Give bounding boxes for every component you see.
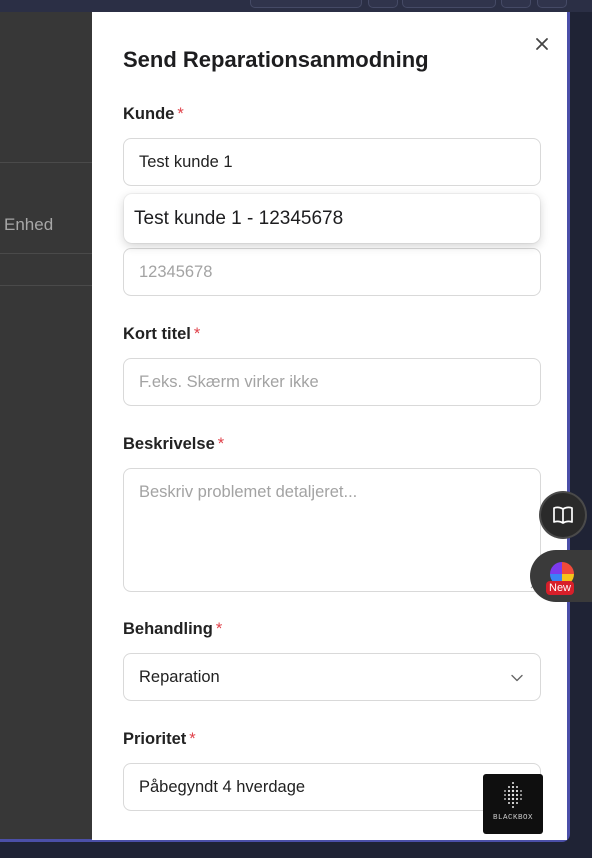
- drawer-title: Send Reparationsanmodning: [123, 47, 429, 72]
- short-title-label-text: Kort titel: [123, 325, 191, 343]
- open-book-icon: [553, 506, 573, 524]
- blackbox-widget[interactable]: BLACKBOX: [483, 774, 543, 834]
- extension-side-tab[interactable]: New: [530, 550, 592, 602]
- close-icon: [536, 38, 548, 50]
- required-mark: *: [177, 105, 184, 123]
- browser-top-strip: [0, 0, 592, 12]
- browser-tab[interactable]: [250, 0, 362, 8]
- close-button[interactable]: [530, 32, 554, 56]
- required-mark: *: [217, 435, 225, 453]
- priority-label: Prioritet *: [123, 730, 196, 749]
- browser-tab[interactable]: [402, 0, 496, 8]
- browser-tab[interactable]: [537, 0, 567, 8]
- blackbox-label: BLACKBOX: [492, 814, 533, 822]
- new-badge: New: [546, 581, 575, 595]
- short-title-input[interactable]: F.eks. Skærm virker ikke: [123, 358, 541, 406]
- description-label-text: Beskrivelse: [123, 435, 215, 453]
- required-mark: *: [193, 325, 201, 343]
- required-mark: *: [215, 620, 223, 638]
- customer-input[interactable]: Test kunde 1: [123, 138, 541, 186]
- handling-select[interactable]: Reparation: [123, 653, 541, 701]
- priority-select[interactable]: Påbegyndt 4 hverdage: [123, 763, 541, 811]
- phone-input[interactable]: 12345678: [123, 248, 541, 296]
- customer-suggestion-option[interactable]: Test kunde 1 - 12345678: [124, 194, 540, 243]
- blackbox-logo-icon: [504, 782, 522, 808]
- customer-label: Kunde *: [123, 105, 184, 124]
- description-label: Beskrivelse *: [123, 435, 224, 454]
- priority-selected-value: Påbegyndt 4 hverdage: [139, 778, 306, 796]
- description-textarea[interactable]: Beskriv problemet detaljeret...: [123, 468, 541, 592]
- divider: [0, 285, 92, 286]
- table-column-header: Enhed: [4, 215, 54, 234]
- required-mark: *: [189, 730, 196, 748]
- short-title-label: Kort titel *: [123, 325, 200, 344]
- description-placeholder: Beskriv problemet detaljeret...: [139, 483, 358, 501]
- reader-widget-button[interactable]: [541, 493, 585, 537]
- handling-label-text: Behandling: [123, 620, 213, 638]
- customer-label-text: Kunde: [123, 105, 175, 123]
- browser-tab[interactable]: [368, 0, 398, 8]
- divider: [0, 162, 92, 163]
- chevron-down-icon: [511, 674, 523, 682]
- handling-label: Behandling *: [123, 620, 222, 639]
- handling-selected-value: Reparation: [139, 668, 220, 686]
- browser-tab[interactable]: [501, 0, 531, 8]
- repair-request-drawer: Send Reparationsanmodning Kunde * Test ku…: [92, 12, 567, 840]
- divider: [0, 253, 92, 254]
- priority-label-text: Prioritet: [123, 730, 187, 748]
